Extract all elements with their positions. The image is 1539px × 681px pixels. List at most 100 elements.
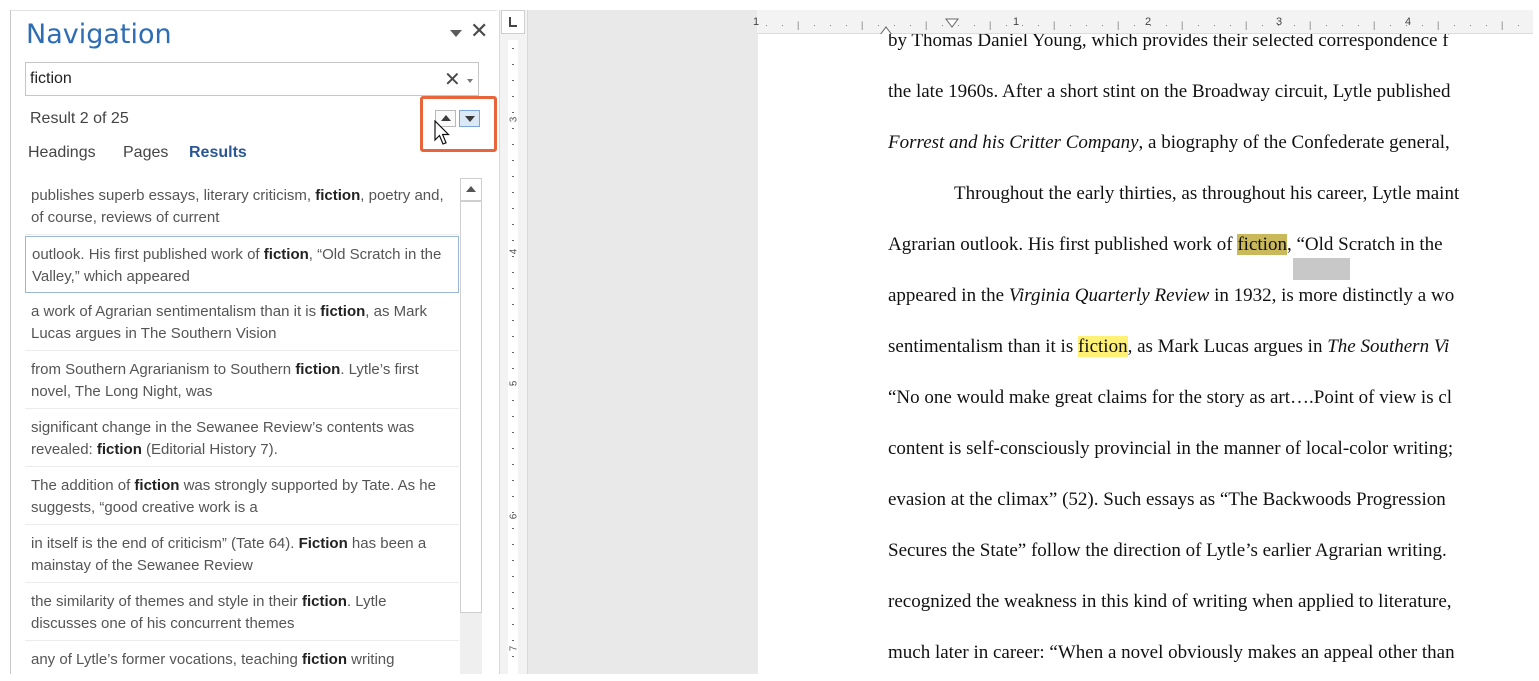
result-item[interactable]: publishes superb essays, literary critic… [25, 178, 459, 235]
ruler-tick: · [781, 20, 784, 30]
ruler-tick [512, 480, 514, 481]
document-text: sentimentalism than it is [888, 336, 1078, 357]
document-line: evasion at the climax” (52). Such essays… [888, 489, 1446, 511]
ruler-tick: · [1485, 20, 1488, 30]
ruler-tick [512, 320, 514, 321]
ruler-tick: | [1053, 20, 1056, 30]
ruler-tick: · [1149, 20, 1152, 30]
document-text: much later in career: “When a novel obvi… [888, 642, 1455, 663]
result-text: a work of Agrarian sentimentalism than i… [31, 303, 321, 320]
ruler-tick: · [1277, 20, 1280, 30]
ruler-tick: · [1101, 20, 1104, 30]
result-item[interactable]: The addition of fiction was strongly sup… [25, 468, 459, 525]
ruler-tick: · [1133, 20, 1136, 30]
tab-results[interactable]: Results [189, 144, 247, 162]
ruler-tick: · [1517, 20, 1520, 30]
ruler-tick: · [1005, 20, 1008, 30]
ruler-tick [512, 256, 514, 257]
document-page[interactable]: by Thomas Daniel Young, which provides t… [758, 34, 1539, 674]
result-text: The addition of [31, 477, 135, 494]
ruler-tick: · [1405, 20, 1408, 30]
ruler-tick: · [973, 20, 976, 30]
ruler-tick [512, 464, 514, 465]
result-text: outlook. His first published work of [32, 246, 264, 263]
ruler-number: 4 [508, 248, 520, 255]
result-match-term: Fiction [298, 535, 348, 552]
vertical-ruler-track [508, 40, 518, 674]
ruler-tick: · [1453, 20, 1456, 30]
ruler-tick [512, 656, 514, 657]
ruler-tick [512, 368, 514, 369]
document-text: Virginia Quarterly Review [1008, 285, 1210, 306]
ruler-tick: · [1261, 20, 1264, 30]
document-line: Secures the State” follow the direction … [888, 540, 1447, 562]
results-scrollbar[interactable] [460, 178, 482, 674]
search-input[interactable] [27, 64, 427, 94]
ruler-number: 1 [1013, 16, 1020, 28]
ruler-tick [512, 96, 514, 97]
ruler-tick: · [1165, 20, 1168, 30]
ruler-tick: | [1373, 20, 1376, 30]
document-text: the late 1960s. After a short stint on t… [888, 81, 1451, 102]
ruler-tick: · [1325, 20, 1328, 30]
ruler-tick: · [1389, 20, 1392, 30]
ruler-tick: · [941, 20, 944, 30]
ruler-tick [512, 176, 514, 177]
result-item[interactable]: any of Lytle’s former vocations, teachin… [25, 642, 459, 674]
tab-headings[interactable]: Headings [28, 144, 96, 162]
result-text: (Editorial History 7). [141, 441, 278, 458]
ruler-tick [512, 352, 514, 353]
result-match-term: fiction [295, 361, 341, 378]
ruler-tick [512, 608, 514, 609]
tab-pages[interactable]: Pages [123, 144, 168, 162]
ruler-number: 7 [508, 645, 520, 652]
ruler-tick [512, 240, 514, 241]
ruler-tick [512, 448, 514, 449]
ruler-tick: | [797, 20, 800, 30]
clear-search-icon[interactable]: ✕ [444, 65, 461, 93]
document-text: in 1932, is more distinctly a wo [1209, 285, 1455, 306]
ruler-tick [512, 432, 514, 433]
callout-highlight-frame [420, 96, 497, 152]
ruler-tick: · [765, 20, 768, 30]
ruler-tick: | [1245, 20, 1248, 30]
document-line: the late 1960s. After a short stint on t… [888, 81, 1451, 103]
scroll-up-button[interactable] [460, 178, 482, 201]
search-options-icon[interactable] [467, 79, 473, 83]
result-item[interactable]: from Southern Agrarianism to Southern fi… [25, 352, 459, 409]
ruler-tick: · [1037, 20, 1040, 30]
result-item[interactable]: in itself is the end of criticism” (Tate… [25, 526, 459, 583]
result-item[interactable]: significant change in the Sewanee Review… [25, 410, 459, 467]
document-text: appeared in the [888, 285, 1009, 306]
tab-stop-selector[interactable] [501, 10, 525, 34]
ruler-tick [512, 128, 514, 129]
result-match-term: fiction [134, 477, 180, 494]
ruler-tick: | [861, 20, 864, 30]
ruler-tick: · [845, 20, 848, 30]
ruler-number: 3 [508, 116, 520, 123]
result-item[interactable]: a work of Agrarian sentimentalism than i… [25, 294, 459, 351]
ruler-tick [512, 112, 514, 113]
pane-options-icon[interactable] [450, 30, 462, 37]
ruler-number: 1 [753, 16, 760, 28]
document-text: , as Mark Lucas argues in [1127, 336, 1328, 357]
ruler-tick [512, 48, 514, 49]
result-text: writing [346, 651, 395, 668]
result-item[interactable]: outlook. His first published work of fic… [25, 236, 459, 293]
document-text: recognized the weakness in this kind of … [888, 591, 1452, 612]
document-line: recognized the weakness in this kind of … [888, 591, 1452, 613]
document-text: Forrest and his Critter Company [888, 132, 1139, 153]
scroll-thumb[interactable] [460, 201, 482, 613]
document-line: sentimentalism than it is fiction, as Ma… [888, 336, 1449, 358]
document-line: Throughout the early thirties, as throug… [954, 183, 1459, 205]
result-match-term: fiction [320, 303, 366, 320]
result-item[interactable]: the similarity of themes and style in th… [25, 584, 459, 641]
horizontal-ruler: 1 1 2 3 4 · · | · · · | · · · | · · · | · · · | · · · | · · · | · · · | · · · |… [753, 10, 1539, 36]
ruler-tick [512, 64, 514, 65]
ruler-tick: · [957, 20, 960, 30]
ruler-tick: · [1021, 20, 1024, 30]
document-line: by Thomas Daniel Young, which provides t… [888, 34, 1449, 52]
ruler-tick: · [1085, 20, 1088, 30]
close-icon[interactable]: ✕ [470, 20, 488, 44]
ruler-tick [512, 400, 514, 401]
